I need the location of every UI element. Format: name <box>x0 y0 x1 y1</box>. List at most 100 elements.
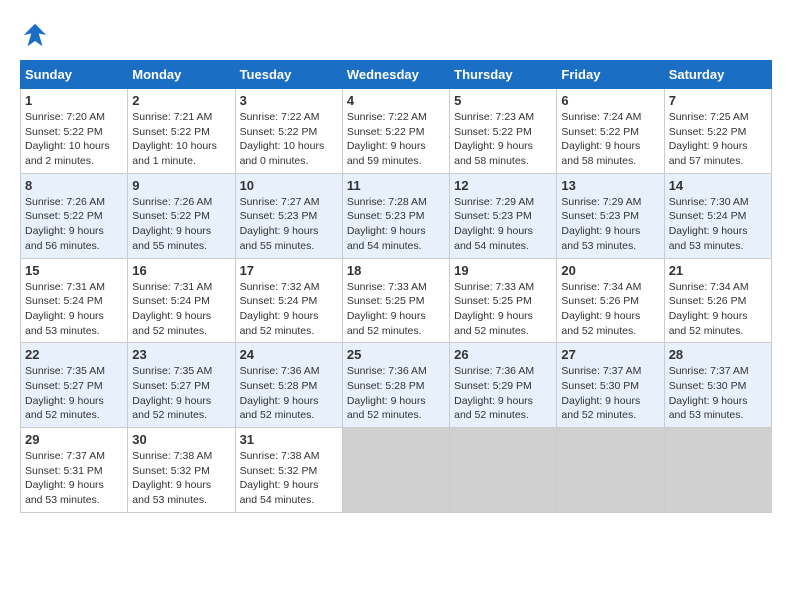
day-info: Sunrise: 7:37 AM Sunset: 5:30 PM Dayligh… <box>669 364 767 423</box>
day-info: Sunrise: 7:26 AM Sunset: 5:22 PM Dayligh… <box>132 195 230 254</box>
day-number: 13 <box>561 178 659 193</box>
day-info: Sunrise: 7:23 AM Sunset: 5:22 PM Dayligh… <box>454 110 552 169</box>
day-number: 9 <box>132 178 230 193</box>
day-info: Sunrise: 7:21 AM Sunset: 5:22 PM Dayligh… <box>132 110 230 169</box>
calendar-cell: 9 Sunrise: 7:26 AM Sunset: 5:22 PM Daylig… <box>128 173 235 258</box>
logo-icon <box>20 20 50 50</box>
day-number: 19 <box>454 263 552 278</box>
calendar-week-row: 15 Sunrise: 7:31 AM Sunset: 5:24 PM Dayli… <box>21 258 772 343</box>
day-number: 7 <box>669 93 767 108</box>
day-info: Sunrise: 7:32 AM Sunset: 5:24 PM Dayligh… <box>240 280 338 339</box>
calendar-cell: 3 Sunrise: 7:22 AM Sunset: 5:22 PM Daylig… <box>235 89 342 174</box>
day-number: 8 <box>25 178 123 193</box>
day-info: Sunrise: 7:35 AM Sunset: 5:27 PM Dayligh… <box>25 364 123 423</box>
calendar-cell <box>450 428 557 513</box>
day-info: Sunrise: 7:36 AM Sunset: 5:28 PM Dayligh… <box>240 364 338 423</box>
day-number: 31 <box>240 432 338 447</box>
day-info: Sunrise: 7:28 AM Sunset: 5:23 PM Dayligh… <box>347 195 445 254</box>
day-number: 18 <box>347 263 445 278</box>
calendar-header-monday: Monday <box>128 61 235 89</box>
day-info: Sunrise: 7:36 AM Sunset: 5:28 PM Dayligh… <box>347 364 445 423</box>
day-info: Sunrise: 7:29 AM Sunset: 5:23 PM Dayligh… <box>561 195 659 254</box>
calendar-cell: 18 Sunrise: 7:33 AM Sunset: 5:25 PM Dayli… <box>342 258 449 343</box>
day-number: 29 <box>25 432 123 447</box>
calendar-header-row: SundayMondayTuesdayWednesdayThursdayFrid… <box>21 61 772 89</box>
calendar-cell: 17 Sunrise: 7:32 AM Sunset: 5:24 PM Dayli… <box>235 258 342 343</box>
calendar-cell: 31 Sunrise: 7:38 AM Sunset: 5:32 PM Dayli… <box>235 428 342 513</box>
day-info: Sunrise: 7:34 AM Sunset: 5:26 PM Dayligh… <box>669 280 767 339</box>
day-number: 2 <box>132 93 230 108</box>
header <box>20 20 772 50</box>
day-number: 6 <box>561 93 659 108</box>
calendar-cell: 28 Sunrise: 7:37 AM Sunset: 5:30 PM Dayli… <box>664 343 771 428</box>
calendar-week-row: 1 Sunrise: 7:20 AM Sunset: 5:22 PM Daylig… <box>21 89 772 174</box>
day-number: 28 <box>669 347 767 362</box>
calendar-cell: 13 Sunrise: 7:29 AM Sunset: 5:23 PM Dayli… <box>557 173 664 258</box>
day-info: Sunrise: 7:38 AM Sunset: 5:32 PM Dayligh… <box>240 449 338 508</box>
day-number: 16 <box>132 263 230 278</box>
day-number: 21 <box>669 263 767 278</box>
day-info: Sunrise: 7:30 AM Sunset: 5:24 PM Dayligh… <box>669 195 767 254</box>
calendar-cell: 4 Sunrise: 7:22 AM Sunset: 5:22 PM Daylig… <box>342 89 449 174</box>
day-info: Sunrise: 7:22 AM Sunset: 5:22 PM Dayligh… <box>347 110 445 169</box>
calendar-cell: 26 Sunrise: 7:36 AM Sunset: 5:29 PM Dayli… <box>450 343 557 428</box>
day-number: 23 <box>132 347 230 362</box>
calendar-week-row: 22 Sunrise: 7:35 AM Sunset: 5:27 PM Dayli… <box>21 343 772 428</box>
calendar-cell: 7 Sunrise: 7:25 AM Sunset: 5:22 PM Daylig… <box>664 89 771 174</box>
calendar-header-thursday: Thursday <box>450 61 557 89</box>
calendar-cell: 16 Sunrise: 7:31 AM Sunset: 5:24 PM Dayli… <box>128 258 235 343</box>
logo <box>20 20 54 50</box>
day-number: 25 <box>347 347 445 362</box>
calendar-cell: 27 Sunrise: 7:37 AM Sunset: 5:30 PM Dayli… <box>557 343 664 428</box>
day-info: Sunrise: 7:33 AM Sunset: 5:25 PM Dayligh… <box>347 280 445 339</box>
calendar-cell: 30 Sunrise: 7:38 AM Sunset: 5:32 PM Dayli… <box>128 428 235 513</box>
calendar-cell: 6 Sunrise: 7:24 AM Sunset: 5:22 PM Daylig… <box>557 89 664 174</box>
day-info: Sunrise: 7:31 AM Sunset: 5:24 PM Dayligh… <box>132 280 230 339</box>
day-info: Sunrise: 7:34 AM Sunset: 5:26 PM Dayligh… <box>561 280 659 339</box>
day-info: Sunrise: 7:33 AM Sunset: 5:25 PM Dayligh… <box>454 280 552 339</box>
day-number: 4 <box>347 93 445 108</box>
calendar-cell: 22 Sunrise: 7:35 AM Sunset: 5:27 PM Dayli… <box>21 343 128 428</box>
calendar-cell: 1 Sunrise: 7:20 AM Sunset: 5:22 PM Daylig… <box>21 89 128 174</box>
calendar-table: SundayMondayTuesdayWednesdayThursdayFrid… <box>20 60 772 513</box>
calendar-cell: 2 Sunrise: 7:21 AM Sunset: 5:22 PM Daylig… <box>128 89 235 174</box>
day-info: Sunrise: 7:38 AM Sunset: 5:32 PM Dayligh… <box>132 449 230 508</box>
calendar-cell: 20Sunrise: 7:34 AM Sunset: 5:26 PM Dayli… <box>557 258 664 343</box>
calendar-cell: 8 Sunrise: 7:26 AM Sunset: 5:22 PM Daylig… <box>21 173 128 258</box>
day-number: 30 <box>132 432 230 447</box>
day-number: 22 <box>25 347 123 362</box>
day-number: 5 <box>454 93 552 108</box>
day-info: Sunrise: 7:27 AM Sunset: 5:23 PM Dayligh… <box>240 195 338 254</box>
day-number: 3 <box>240 93 338 108</box>
calendar-cell: 15 Sunrise: 7:31 AM Sunset: 5:24 PM Dayli… <box>21 258 128 343</box>
calendar-cell: 25 Sunrise: 7:36 AM Sunset: 5:28 PM Dayli… <box>342 343 449 428</box>
day-info: Sunrise: 7:24 AM Sunset: 5:22 PM Dayligh… <box>561 110 659 169</box>
day-info: Sunrise: 7:20 AM Sunset: 5:22 PM Dayligh… <box>25 110 123 169</box>
day-info: Sunrise: 7:37 AM Sunset: 5:30 PM Dayligh… <box>561 364 659 423</box>
day-number: 17 <box>240 263 338 278</box>
day-info: Sunrise: 7:26 AM Sunset: 5:22 PM Dayligh… <box>25 195 123 254</box>
day-info: Sunrise: 7:36 AM Sunset: 5:29 PM Dayligh… <box>454 364 552 423</box>
calendar-cell: 5 Sunrise: 7:23 AM Sunset: 5:22 PM Daylig… <box>450 89 557 174</box>
calendar-cell: 21 Sunrise: 7:34 AM Sunset: 5:26 PM Dayli… <box>664 258 771 343</box>
calendar-header-friday: Friday <box>557 61 664 89</box>
calendar-cell <box>342 428 449 513</box>
calendar-header-sunday: Sunday <box>21 61 128 89</box>
calendar-cell: 10Sunrise: 7:27 AM Sunset: 5:23 PM Dayli… <box>235 173 342 258</box>
day-number: 15 <box>25 263 123 278</box>
day-info: Sunrise: 7:35 AM Sunset: 5:27 PM Dayligh… <box>132 364 230 423</box>
day-number: 1 <box>25 93 123 108</box>
day-number: 14 <box>669 178 767 193</box>
calendar-header-saturday: Saturday <box>664 61 771 89</box>
day-info: Sunrise: 7:22 AM Sunset: 5:22 PM Dayligh… <box>240 110 338 169</box>
calendar-week-row: 8 Sunrise: 7:26 AM Sunset: 5:22 PM Daylig… <box>21 173 772 258</box>
day-info: Sunrise: 7:25 AM Sunset: 5:22 PM Dayligh… <box>669 110 767 169</box>
day-number: 27 <box>561 347 659 362</box>
day-number: 26 <box>454 347 552 362</box>
calendar-cell <box>664 428 771 513</box>
day-number: 11 <box>347 178 445 193</box>
day-number: 12 <box>454 178 552 193</box>
day-info: Sunrise: 7:31 AM Sunset: 5:24 PM Dayligh… <box>25 280 123 339</box>
calendar-cell: 24Sunrise: 7:36 AM Sunset: 5:28 PM Dayli… <box>235 343 342 428</box>
calendar-cell: 11 Sunrise: 7:28 AM Sunset: 5:23 PM Dayli… <box>342 173 449 258</box>
